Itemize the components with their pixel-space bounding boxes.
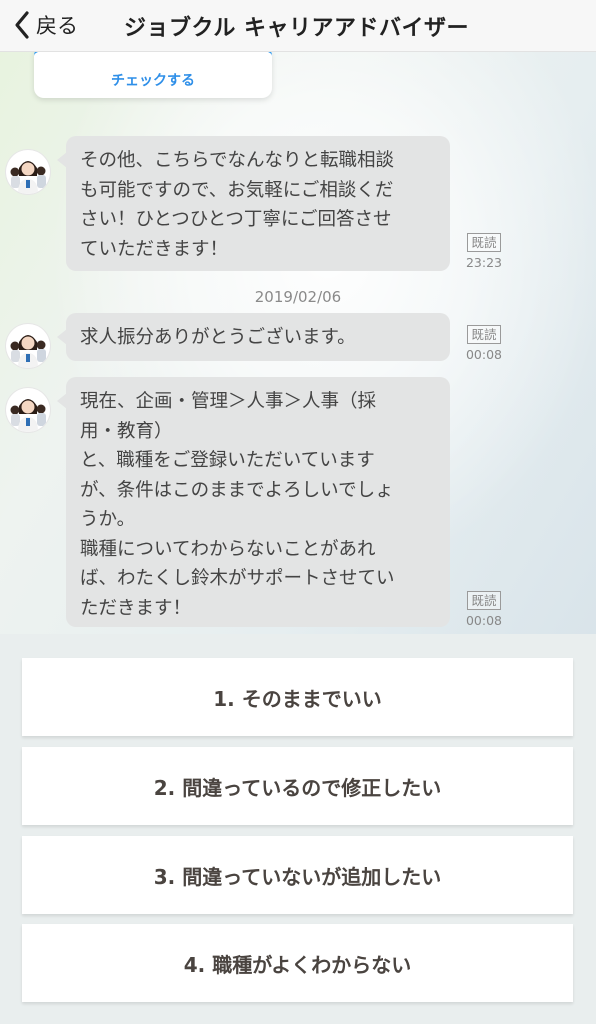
header-bar: 戻る ジョブクル キャリアアドバイザー [0, 0, 596, 52]
check-link[interactable]: チェックする [111, 70, 195, 90]
reply-options: 1. そのままでいい 2. 間違っているので修正したい 3. 間違っていないが追… [0, 634, 596, 1024]
option-button-2[interactable]: 2. 間違っているので修正したい [22, 747, 573, 825]
chat-area[interactable]: チェックする その他、こちらでなんなりと転職相談 も可能ですので、お気軽にご相談… [0, 52, 596, 634]
message-bubble: 求人振分ありがとうございます。 [57, 313, 450, 361]
page-title: ジョブクル キャリアアドバイザー [124, 16, 470, 41]
message-time: 00:08 [465, 347, 503, 362]
advisor-avatar-icon [6, 150, 50, 194]
option-button-1[interactable]: 1. そのままでいい [22, 658, 573, 736]
option-button-3[interactable]: 3. 間違っていないが追加したい [22, 836, 573, 914]
advisor-avatar-icon [6, 324, 50, 368]
chevron-left-icon [14, 10, 30, 40]
message-time: 00:08 [465, 613, 503, 628]
read-status: 既読 00:08 [464, 324, 504, 362]
message-time: 23:23 [465, 255, 503, 270]
date-separator: 2019/02/06 [254, 288, 342, 306]
check-card[interactable]: チェックする [34, 52, 272, 98]
read-badge: 既読 [467, 325, 501, 344]
back-label: 戻る [36, 14, 78, 38]
message-bubble: その他、こちらでなんなりと転職相談 も可能ですので、お気軽にご相談くだ さい！ひ… [57, 136, 450, 271]
read-status: 既読 23:23 [464, 232, 504, 270]
read-badge: 既読 [467, 591, 501, 610]
message-bubble: 現在、企画・管理＞人事＞人事（採 用・教育） と、職種をご登録いただいています … [57, 377, 450, 627]
read-badge: 既読 [467, 233, 501, 252]
option-button-4[interactable]: 4. 職種がよくわからない [22, 924, 573, 1002]
read-status: 既読 00:08 [464, 590, 504, 628]
advisor-avatar-icon [6, 388, 50, 432]
back-button[interactable]: 戻る [14, 8, 78, 42]
